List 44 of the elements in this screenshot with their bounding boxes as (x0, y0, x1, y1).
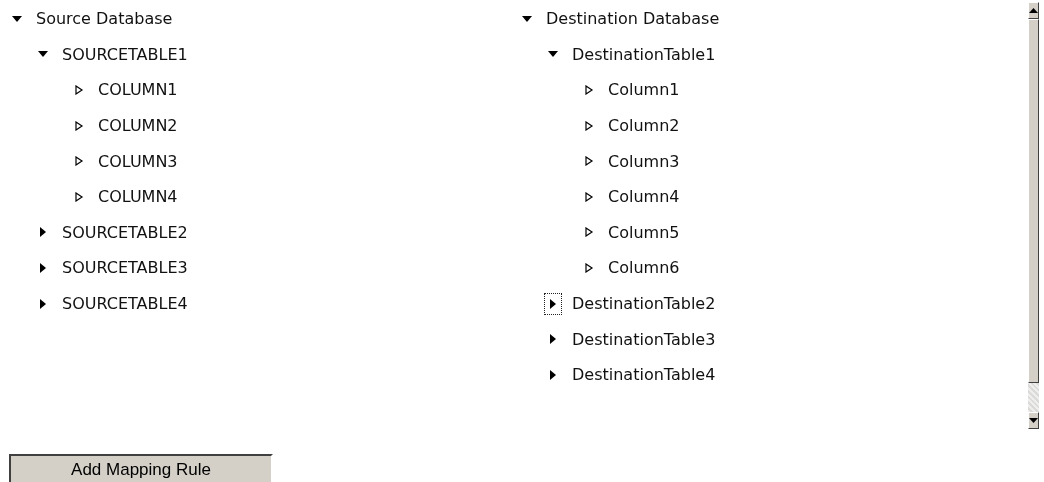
tree-item[interactable]: Column5 (608, 222, 680, 242)
tree-item[interactable]: SOURCETABLE2 (62, 222, 188, 242)
tree-item[interactable]: Column6 (608, 258, 680, 278)
tree-item[interactable]: Destination Database (546, 9, 720, 29)
collapsed-triangle-icon[interactable] (548, 334, 558, 345)
hollow-triangle-icon[interactable] (74, 120, 84, 131)
hollow-triangle-icon[interactable] (74, 156, 84, 167)
tree-item[interactable]: SOURCETABLE4 (62, 294, 188, 314)
collapsed-triangle-icon[interactable] (548, 369, 558, 380)
scroll-down-button[interactable] (1028, 412, 1039, 429)
focused-expander[interactable] (544, 292, 562, 315)
tree-item[interactable]: COLUMN2 (98, 116, 178, 136)
tree-item[interactable]: DestinationTable4 (572, 365, 716, 385)
tree-item[interactable]: Column3 (608, 151, 680, 171)
hollow-triangle-icon[interactable] (584, 191, 594, 202)
tree-item[interactable]: DestinationTable1 (572, 44, 716, 64)
expanded-triangle-icon[interactable] (522, 13, 532, 24)
collapsed-triangle-icon[interactable] (38, 262, 48, 273)
hollow-triangle-icon[interactable] (584, 85, 594, 95)
expanded-triangle-icon[interactable] (12, 13, 22, 24)
tree-item[interactable]: Column4 (608, 187, 680, 207)
tree-item[interactable]: SOURCETABLE3 (62, 258, 188, 278)
tree-item[interactable]: DestinationTable2 (572, 294, 716, 314)
down-arrow-icon (1029, 418, 1038, 423)
add-mapping-rule-button[interactable]: Add Mapping Rule (9, 454, 273, 482)
hollow-triangle-icon[interactable] (584, 120, 594, 131)
hollow-triangle-icon[interactable] (74, 191, 84, 202)
tree-item[interactable]: COLUMN4 (98, 187, 178, 207)
tree-item[interactable]: Column1 (608, 80, 680, 100)
collapsed-triangle-icon[interactable] (548, 298, 558, 309)
tree-item[interactable]: DestinationTable3 (572, 329, 716, 349)
tree-item[interactable]: Column2 (608, 116, 680, 136)
hollow-triangle-icon[interactable] (584, 262, 594, 273)
hollow-triangle-icon[interactable] (584, 227, 594, 238)
collapsed-triangle-icon[interactable] (38, 298, 48, 309)
hollow-triangle-icon[interactable] (584, 156, 594, 167)
collapsed-triangle-icon[interactable] (38, 227, 48, 238)
tree-item[interactable]: Source Database (36, 9, 173, 29)
tree-item[interactable]: COLUMN1 (98, 80, 178, 100)
hollow-triangle-icon[interactable] (74, 85, 84, 95)
tree-item[interactable]: SOURCETABLE1 (62, 44, 188, 64)
tree-item[interactable]: COLUMN3 (98, 151, 178, 171)
scroll-up-button[interactable] (1028, 2, 1039, 19)
up-arrow-icon (1029, 8, 1038, 13)
